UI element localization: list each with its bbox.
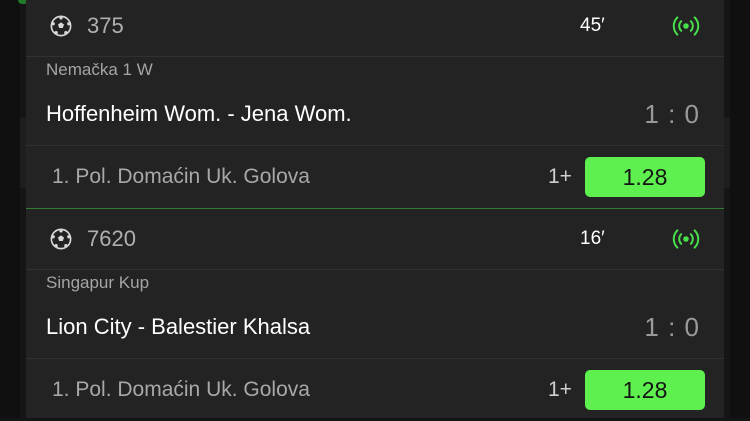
event-header: 375 45′ — [26, 0, 724, 57]
league-name: Singapur Kup — [46, 273, 150, 292]
soccer-ball-icon — [50, 228, 72, 250]
market-name: 1. Pol. Domaćin Uk. Golova — [52, 378, 310, 401]
match-teams: Hoffenheim Wom. - Jena Wom. — [46, 101, 352, 126]
underlying-panel-edge — [724, 118, 730, 188]
market-name: 1. Pol. Domaćin Uk. Golova — [52, 165, 310, 188]
match-teams: Lion City - Balestier Khalsa — [46, 314, 311, 339]
soccer-ball-icon — [50, 15, 72, 37]
league-row: Nemačka 1 W — [26, 57, 724, 83]
bet-row: 1. Pol. Domaćin Uk. Golova 1+ 1.28 — [26, 146, 724, 208]
match-row[interactable]: Lion City - Balestier Khalsa 1 : 0 — [26, 296, 724, 359]
bet-outcome-label: 1+ — [548, 378, 572, 401]
live-broadcast-icon — [672, 229, 700, 249]
event-id: 375 — [87, 13, 124, 38]
background-left — [0, 0, 20, 418]
event-id: 7620 — [87, 226, 136, 251]
event-header: 7620 16′ — [26, 209, 724, 270]
league-row: Singapur Kup — [26, 270, 724, 296]
odds-button[interactable]: 1.28 — [585, 370, 705, 410]
bet-row: 1. Pol. Domaćin Uk. Golova 1+ 1.28 — [26, 359, 724, 421]
background-right — [730, 0, 750, 418]
match-minute: 16′ — [580, 228, 605, 249]
match-score: 1 : 0 — [644, 98, 700, 129]
event-card[interactable]: 7620 16′ Singapur Kup Lion City - Balest… — [26, 208, 724, 421]
match-minute: 45′ — [580, 15, 605, 36]
live-broadcast-icon — [672, 16, 700, 36]
league-name: Nemačka 1 W — [46, 60, 153, 79]
live-events-list: 375 45′ Nemačka 1 W Hoffenheim Wom. - Je… — [26, 0, 724, 418]
match-row[interactable]: Hoffenheim Wom. - Jena Wom. 1 : 0 — [26, 83, 724, 146]
odds-button[interactable]: 1.28 — [585, 157, 705, 197]
match-score: 1 : 0 — [644, 311, 700, 342]
bet-outcome-label: 1+ — [548, 165, 572, 188]
event-card[interactable]: 375 45′ Nemačka 1 W Hoffenheim Wom. - Je… — [26, 0, 724, 208]
